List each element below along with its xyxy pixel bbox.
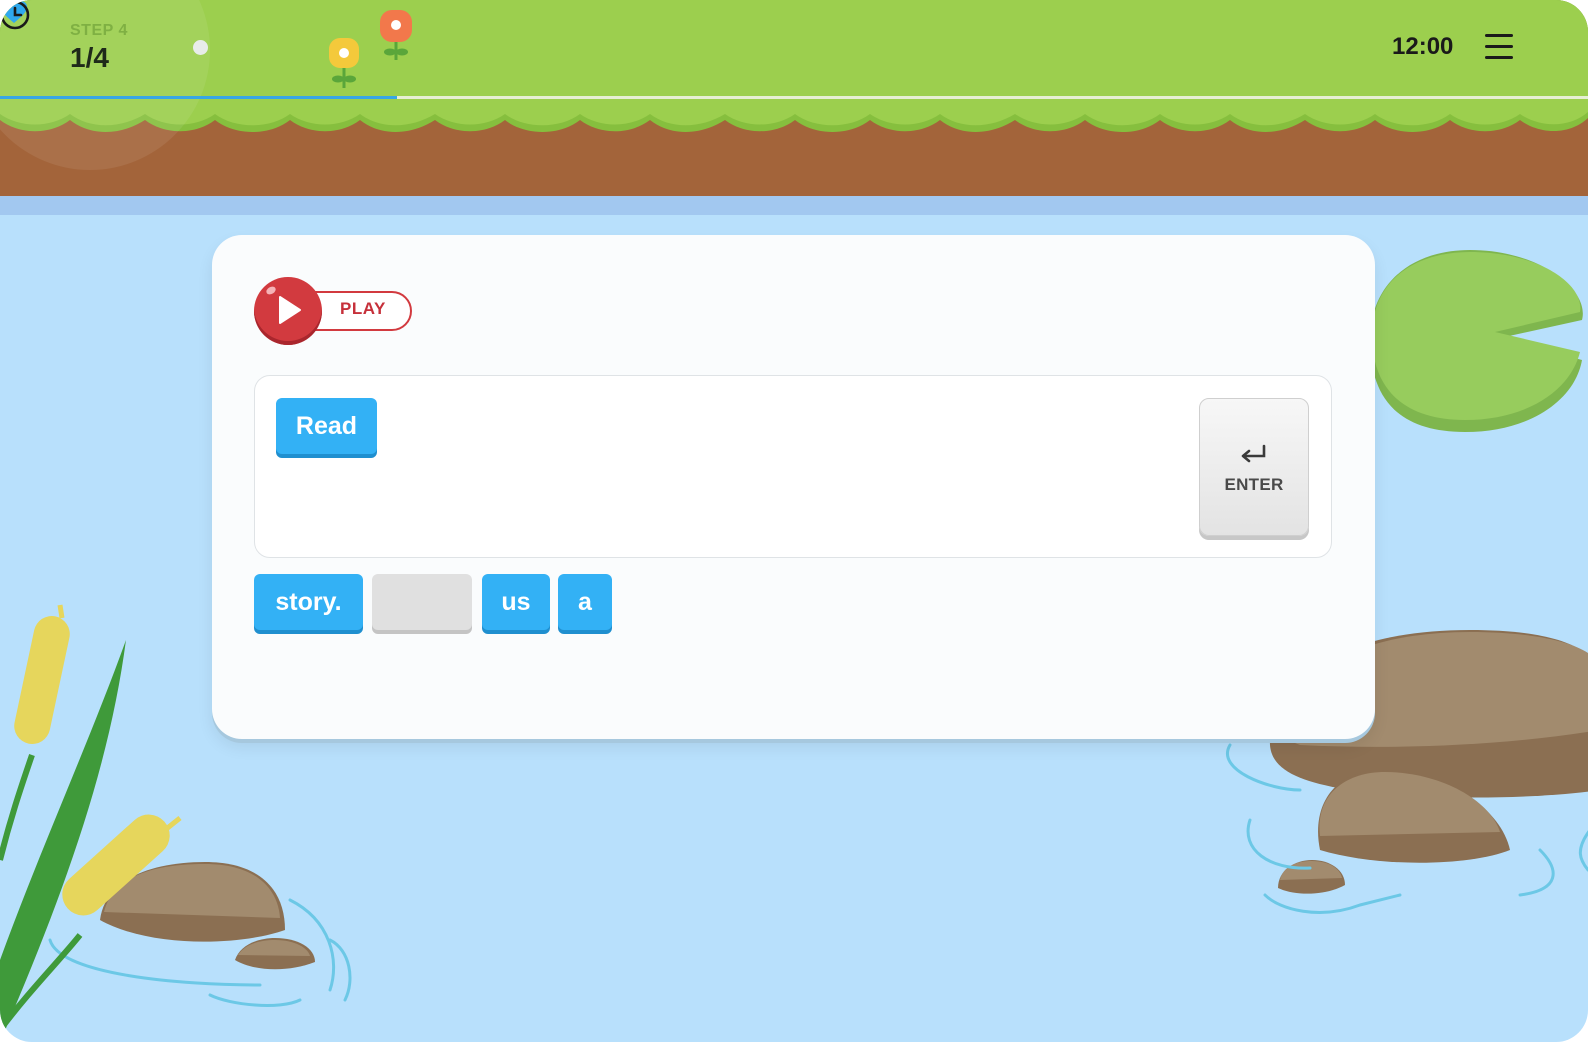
enter-label: ENTER (1224, 475, 1284, 494)
timer: 12:00 (1392, 33, 1454, 60)
orange-flower-icon (380, 10, 412, 60)
clock-icon (0, 0, 30, 30)
game-stage: STEP 4 1/4 12:00 PLAY Read ENTER story. … (0, 0, 1588, 1042)
top-bar: STEP 4 1/4 12:00 (0, 0, 1588, 215)
progress-bar (0, 96, 1588, 99)
exercise-card: PLAY Read ENTER story. us a (212, 235, 1375, 739)
play-button[interactable]: PLAY (254, 277, 414, 345)
placed-word-chip[interactable]: Read (276, 398, 377, 454)
step-count: 1/4 (70, 42, 109, 73)
answer-box[interactable]: Read ENTER (254, 375, 1332, 558)
word-chip[interactable]: story. (254, 574, 363, 630)
step-label: STEP 4 (70, 22, 128, 39)
reeds (0, 604, 182, 1042)
play-label: PLAY (340, 299, 386, 318)
word-chip-empty-slot (372, 574, 472, 630)
play-circle (254, 277, 322, 345)
yellow-flower-icon (329, 38, 359, 88)
progress-fill (0, 96, 397, 99)
enter-button[interactable]: ENTER (1199, 398, 1309, 536)
word-chip[interactable]: a (558, 574, 612, 630)
life-dot (193, 40, 208, 55)
ground-strip (0, 0, 1588, 215)
menu-icon[interactable] (1485, 34, 1513, 60)
enter-icon (1241, 444, 1266, 463)
play-icon (279, 296, 301, 324)
word-chip[interactable]: us (482, 574, 550, 630)
lily-pad (1370, 250, 1583, 432)
